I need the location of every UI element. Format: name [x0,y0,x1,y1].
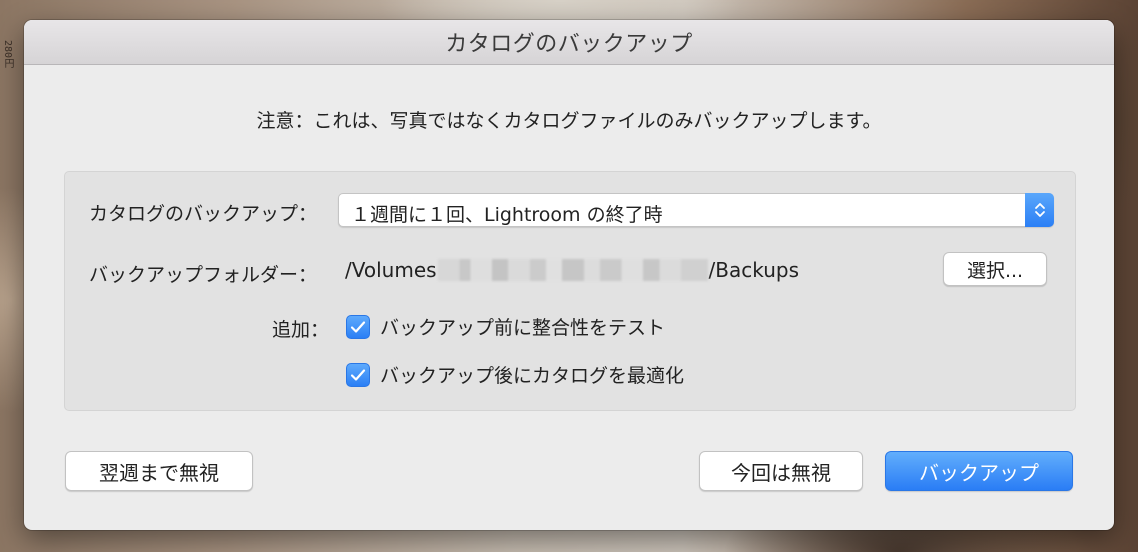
folder-path-end: /Backups [708,258,800,282]
backup-folder-label: バックアップフォルダー： [89,264,318,286]
test-integrity-checkbox[interactable] [346,314,370,339]
backup-frequency-value: １週間に１回、Lightroom の終了時 [351,204,663,226]
also-label: 追加： [272,319,330,341]
backup-frequency-label: カタログのバックアップ： [89,203,318,225]
dialog-titlebar[interactable]: カタログのバックアップ [24,20,1114,65]
chevron-up-down-icon [1025,193,1054,227]
redacted-path-segment [437,259,708,281]
backup-button[interactable]: バックアップ [885,451,1073,491]
background-blur-text: 280円 [2,40,13,69]
settings-panel: カタログのバックアップ： １週間に１回、Lightroom の終了時 バックアッ… [64,171,1076,411]
optimize-catalog-checkbox[interactable] [346,362,370,387]
checkmark-icon [350,368,366,381]
optimize-catalog-option[interactable]: バックアップ後にカタログを最適化 [346,361,684,388]
notice-text: 注意：これは、写真ではなくカタログファイルのみバックアップします。 [256,110,882,132]
choose-folder-button[interactable]: 選択... [943,252,1047,286]
backup-catalog-dialog: カタログのバックアップ 注意：これは、写真ではなくカタログファイルのみバックアッ… [24,20,1114,530]
backup-folder-path: /Volumes /Backups [345,258,799,282]
skip-this-time-button[interactable]: 今回は無視 [699,451,863,491]
folder-path-start: /Volumes [345,258,437,282]
dialog-title: カタログのバックアップ [445,32,693,57]
test-integrity-option[interactable]: バックアップ前に整合性をテスト [346,313,665,340]
checkmark-icon [350,320,366,333]
skip-until-next-week-button[interactable]: 翌週まで無視 [65,451,253,491]
backup-frequency-popup[interactable]: １週間に１回、Lightroom の終了時 [338,193,1054,227]
test-integrity-label: バックアップ前に整合性をテスト [380,317,666,339]
optimize-catalog-label: バックアップ後にカタログを最適化 [380,365,685,387]
